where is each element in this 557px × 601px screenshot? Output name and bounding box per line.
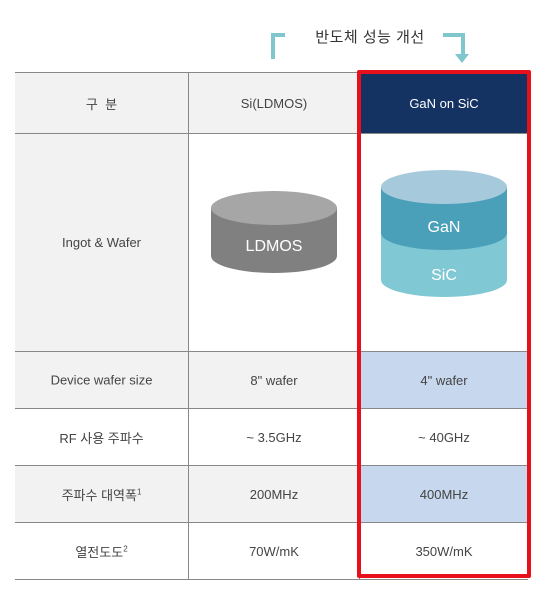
- banner-title: 반도체 성능 개선: [315, 29, 425, 46]
- gan-sic-ingot-cell: GaN SiC: [359, 133, 528, 352]
- si-value: 8" wafer: [188, 351, 360, 409]
- comparison-table: 구 분 Si(LDMOS) GaN on SiC Ingot & Wafer L…: [15, 72, 528, 580]
- gan-value: 4" wafer: [359, 351, 528, 409]
- gan-sic-ingot-icon: GaN SiC: [381, 170, 507, 297]
- table-row: Device wafer size 8" wafer 4" wafer: [15, 351, 528, 409]
- ingot-wafer-row: Ingot & Wafer LDMOS GaN SiC: [15, 133, 528, 352]
- row-label: 주파수 대역폭1: [15, 465, 189, 523]
- row-label-text: Device wafer size: [50, 372, 153, 388]
- row-label-text: RF 사용 주파수: [59, 430, 144, 446]
- ldmos-ingot-label: LDMOS: [246, 238, 303, 255]
- gan-value: 350W/mK: [359, 522, 528, 580]
- table-row: 열전도도2 70W/mK 350W/mK: [15, 522, 528, 580]
- header-row: 구 분 Si(LDMOS) GaN on SiC: [15, 72, 528, 134]
- row-label: 열전도도2: [15, 522, 189, 580]
- si-value: ~ 3.5GHz: [188, 408, 360, 466]
- table-row: RF 사용 주파수 ~ 3.5GHz ~ 40GHz: [15, 408, 528, 466]
- ingot-wafer-label: Ingot & Wafer: [15, 133, 189, 352]
- row-label-text: 주파수 대역폭: [61, 487, 137, 503]
- row-label: RF 사용 주파수: [15, 408, 189, 466]
- table-row: 주파수 대역폭1 200MHz 400MHz: [15, 465, 528, 523]
- header-gan-on-sic: GaN on SiC: [359, 72, 528, 134]
- si-value: 70W/mK: [188, 522, 360, 580]
- header-si-ldmos: Si(LDMOS): [188, 72, 360, 134]
- header-category: 구 분: [15, 72, 189, 134]
- si-value: 200MHz: [188, 465, 360, 523]
- ldmos-ingot-icon: LDMOS: [211, 191, 337, 273]
- footnote-marker: 1: [136, 487, 142, 497]
- footnote-marker: 2: [123, 544, 128, 554]
- ldmos-ingot-cell: LDMOS: [188, 133, 360, 352]
- gan-value: 400MHz: [359, 465, 528, 523]
- arrow-down-icon: [455, 54, 469, 63]
- bracket-right-icon: [443, 33, 465, 55]
- sic-layer-label: SiC: [431, 267, 457, 284]
- gan-value: ~ 40GHz: [359, 408, 528, 466]
- improvement-banner: 반도체 성능 개선: [0, 0, 557, 70]
- bracket-left-icon: [271, 33, 285, 59]
- gan-layer-label: GaN: [428, 219, 461, 236]
- row-label: Device wafer size: [15, 351, 189, 409]
- row-label-text: 열전도도: [75, 544, 124, 560]
